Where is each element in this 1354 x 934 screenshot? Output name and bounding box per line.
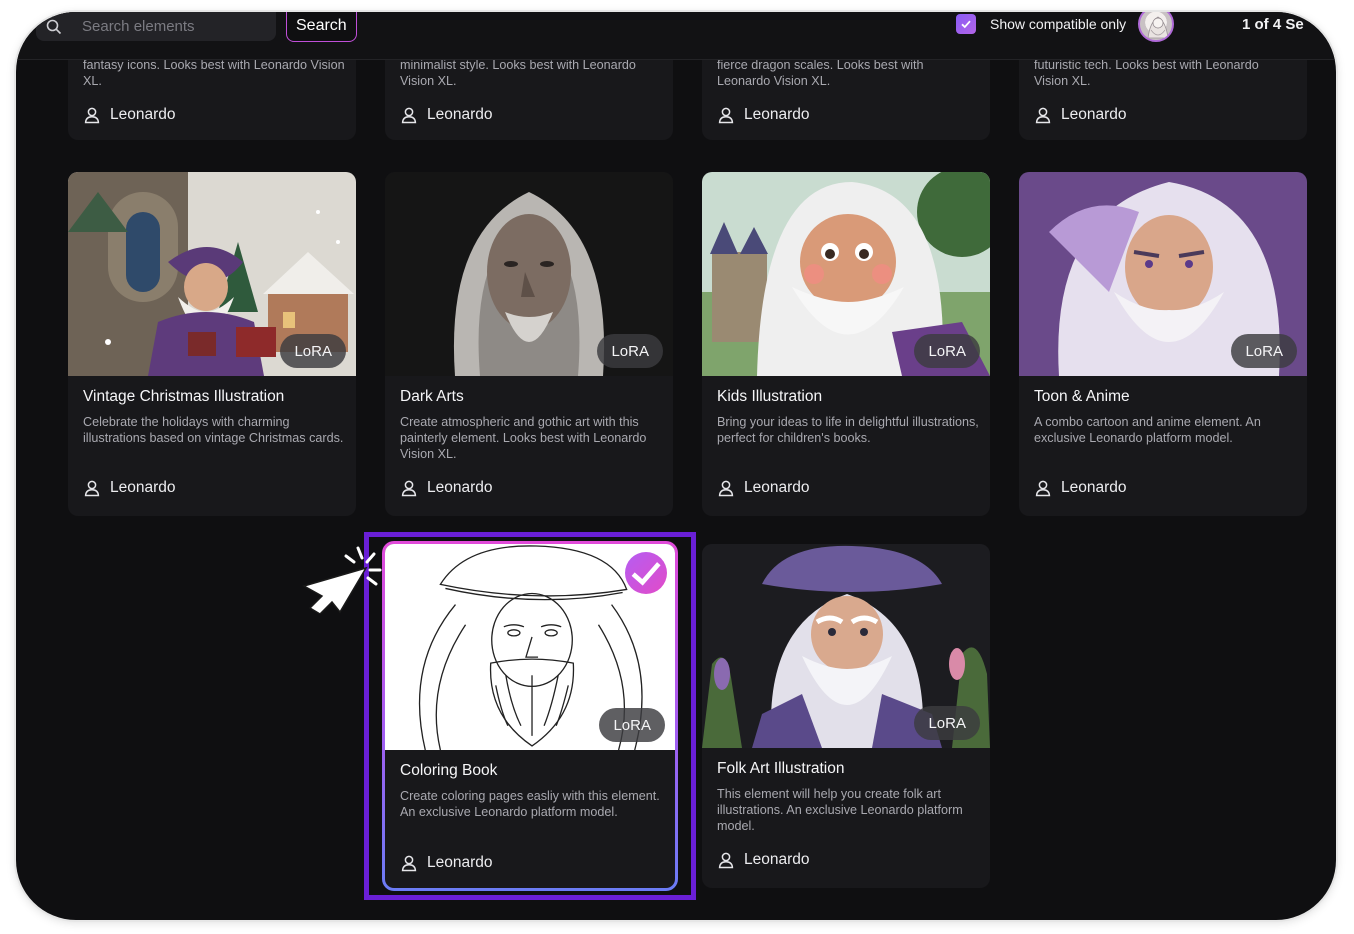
card-description: fantasy icons. Looks best with Leonardo …	[83, 60, 345, 88]
author-name: Leonardo	[427, 854, 493, 871]
card-author: Leonardo	[83, 106, 176, 124]
card-description: minimalist style. Looks best with Leonar…	[400, 60, 636, 88]
selected-check-icon[interactable]	[625, 552, 667, 594]
card-author: Leonardo	[400, 854, 493, 872]
card-title: Vintage Christmas Illustration	[83, 388, 285, 405]
author-name: Leonardo	[110, 106, 176, 123]
card-description: Celebrate the holidays with charming ill…	[83, 415, 344, 445]
element-card-coloring-book[interactable]: LoRA Coloring Book Create coloring pages…	[382, 541, 678, 891]
card-thumbnail: LoRA	[702, 172, 990, 376]
search-icon	[46, 19, 62, 34]
pagination-label: 1 of 4 Se	[1242, 16, 1304, 33]
author-name: Leonardo	[1061, 479, 1127, 496]
search-button[interactable]: Search	[286, 12, 357, 42]
card-description: Bring your ideas to life in delightful i…	[717, 415, 979, 445]
element-card-kids-illustration[interactable]: LoRA Kids Illustration Bring your ideas …	[702, 172, 990, 516]
compatible-filter[interactable]: Show compatible only	[956, 14, 1126, 34]
user-icon	[401, 107, 417, 124]
element-card-dark-arts[interactable]: LoRA Dark Arts Create atmospheric and go…	[385, 172, 673, 516]
element-card[interactable]: futuristic tech. Looks best with Leonard…	[1019, 60, 1307, 140]
card-author: Leonardo	[717, 106, 810, 124]
lora-badge: LoRA	[280, 334, 346, 368]
card-author: Leonardo	[1034, 106, 1127, 124]
lora-badge: LoRA	[914, 334, 980, 368]
element-card-folk-art[interactable]: LoRA Folk Art Illustration This element …	[702, 544, 990, 888]
card-description: This element will help you create folk a…	[717, 787, 963, 833]
card-description: Create atmospheric and gothic art with t…	[400, 415, 647, 461]
compatible-label: Show compatible only	[990, 16, 1127, 32]
user-icon	[401, 480, 417, 497]
element-card[interactable]: fantasy icons. Looks best with Leonardo …	[68, 60, 356, 140]
user-icon	[718, 480, 734, 497]
author-name: Leonardo	[1061, 106, 1127, 123]
check-icon	[961, 20, 971, 29]
element-card[interactable]: minimalist style. Looks best with Leonar…	[385, 60, 673, 140]
lora-badge: LoRA	[914, 706, 980, 740]
author-name: Leonardo	[744, 479, 810, 496]
lora-badge: LoRA	[599, 708, 665, 742]
user-icon	[718, 107, 734, 124]
author-name: Leonardo	[427, 106, 493, 123]
card-title: Folk Art Illustration	[717, 760, 845, 777]
compatible-checkbox[interactable]	[956, 14, 976, 34]
card-author: Leonardo	[400, 106, 493, 124]
card-thumbnail: LoRA	[385, 172, 673, 376]
user-icon	[84, 107, 100, 124]
author-name: Leonardo	[744, 851, 810, 868]
search-input[interactable]	[82, 18, 262, 35]
card-thumbnail: LoRA	[385, 544, 675, 750]
search-box[interactable]	[36, 12, 276, 41]
check-icon	[631, 562, 661, 586]
card-author: Leonardo	[1034, 479, 1127, 497]
user-icon	[1035, 107, 1051, 124]
card-description: futuristic tech. Looks best with Leonard…	[1034, 60, 1259, 88]
author-name: Leonardo	[110, 479, 176, 496]
user-icon	[718, 852, 734, 869]
user-icon	[401, 855, 417, 872]
card-author: Leonardo	[83, 479, 176, 497]
element-card-toon-anime[interactable]: LoRA Toon & Anime A combo cartoon and an…	[1019, 172, 1307, 516]
app-window: Search Show compatible only 1 of 4 Se fa…	[16, 12, 1336, 920]
user-icon	[84, 480, 100, 497]
card-title: Coloring Book	[400, 762, 498, 779]
card-author: Leonardo	[717, 479, 810, 497]
card-author: Leonardo	[717, 851, 810, 869]
card-description: Create coloring pages easliy with this e…	[400, 789, 660, 819]
card-title: Toon & Anime	[1034, 388, 1130, 405]
avatar[interactable]	[1138, 12, 1174, 42]
user-icon	[1035, 480, 1051, 497]
author-name: Leonardo	[427, 479, 493, 496]
element-card[interactable]: fierce dragon scales. Looks best with Le…	[702, 60, 990, 140]
card-thumbnail: LoRA	[702, 544, 990, 748]
card-thumbnail: LoRA	[68, 172, 356, 376]
card-title: Dark Arts	[400, 388, 464, 405]
card-title: Kids Illustration	[717, 388, 823, 405]
author-name: Leonardo	[744, 106, 810, 123]
element-card-vintage-christmas[interactable]: LoRA Vintage Christmas Illustration Cele…	[68, 172, 356, 516]
lora-badge: LoRA	[1231, 334, 1297, 368]
cursor-click-icon	[302, 546, 382, 614]
lora-badge: LoRA	[597, 334, 663, 368]
top-bar: Search Show compatible only 1 of 4 Se	[16, 12, 1336, 60]
card-thumbnail: LoRA	[1019, 172, 1307, 376]
card-author: Leonardo	[400, 479, 493, 497]
card-description: fierce dragon scales. Looks best with Le…	[717, 60, 924, 88]
card-description: A combo cartoon and anime element. An ex…	[1034, 415, 1261, 445]
